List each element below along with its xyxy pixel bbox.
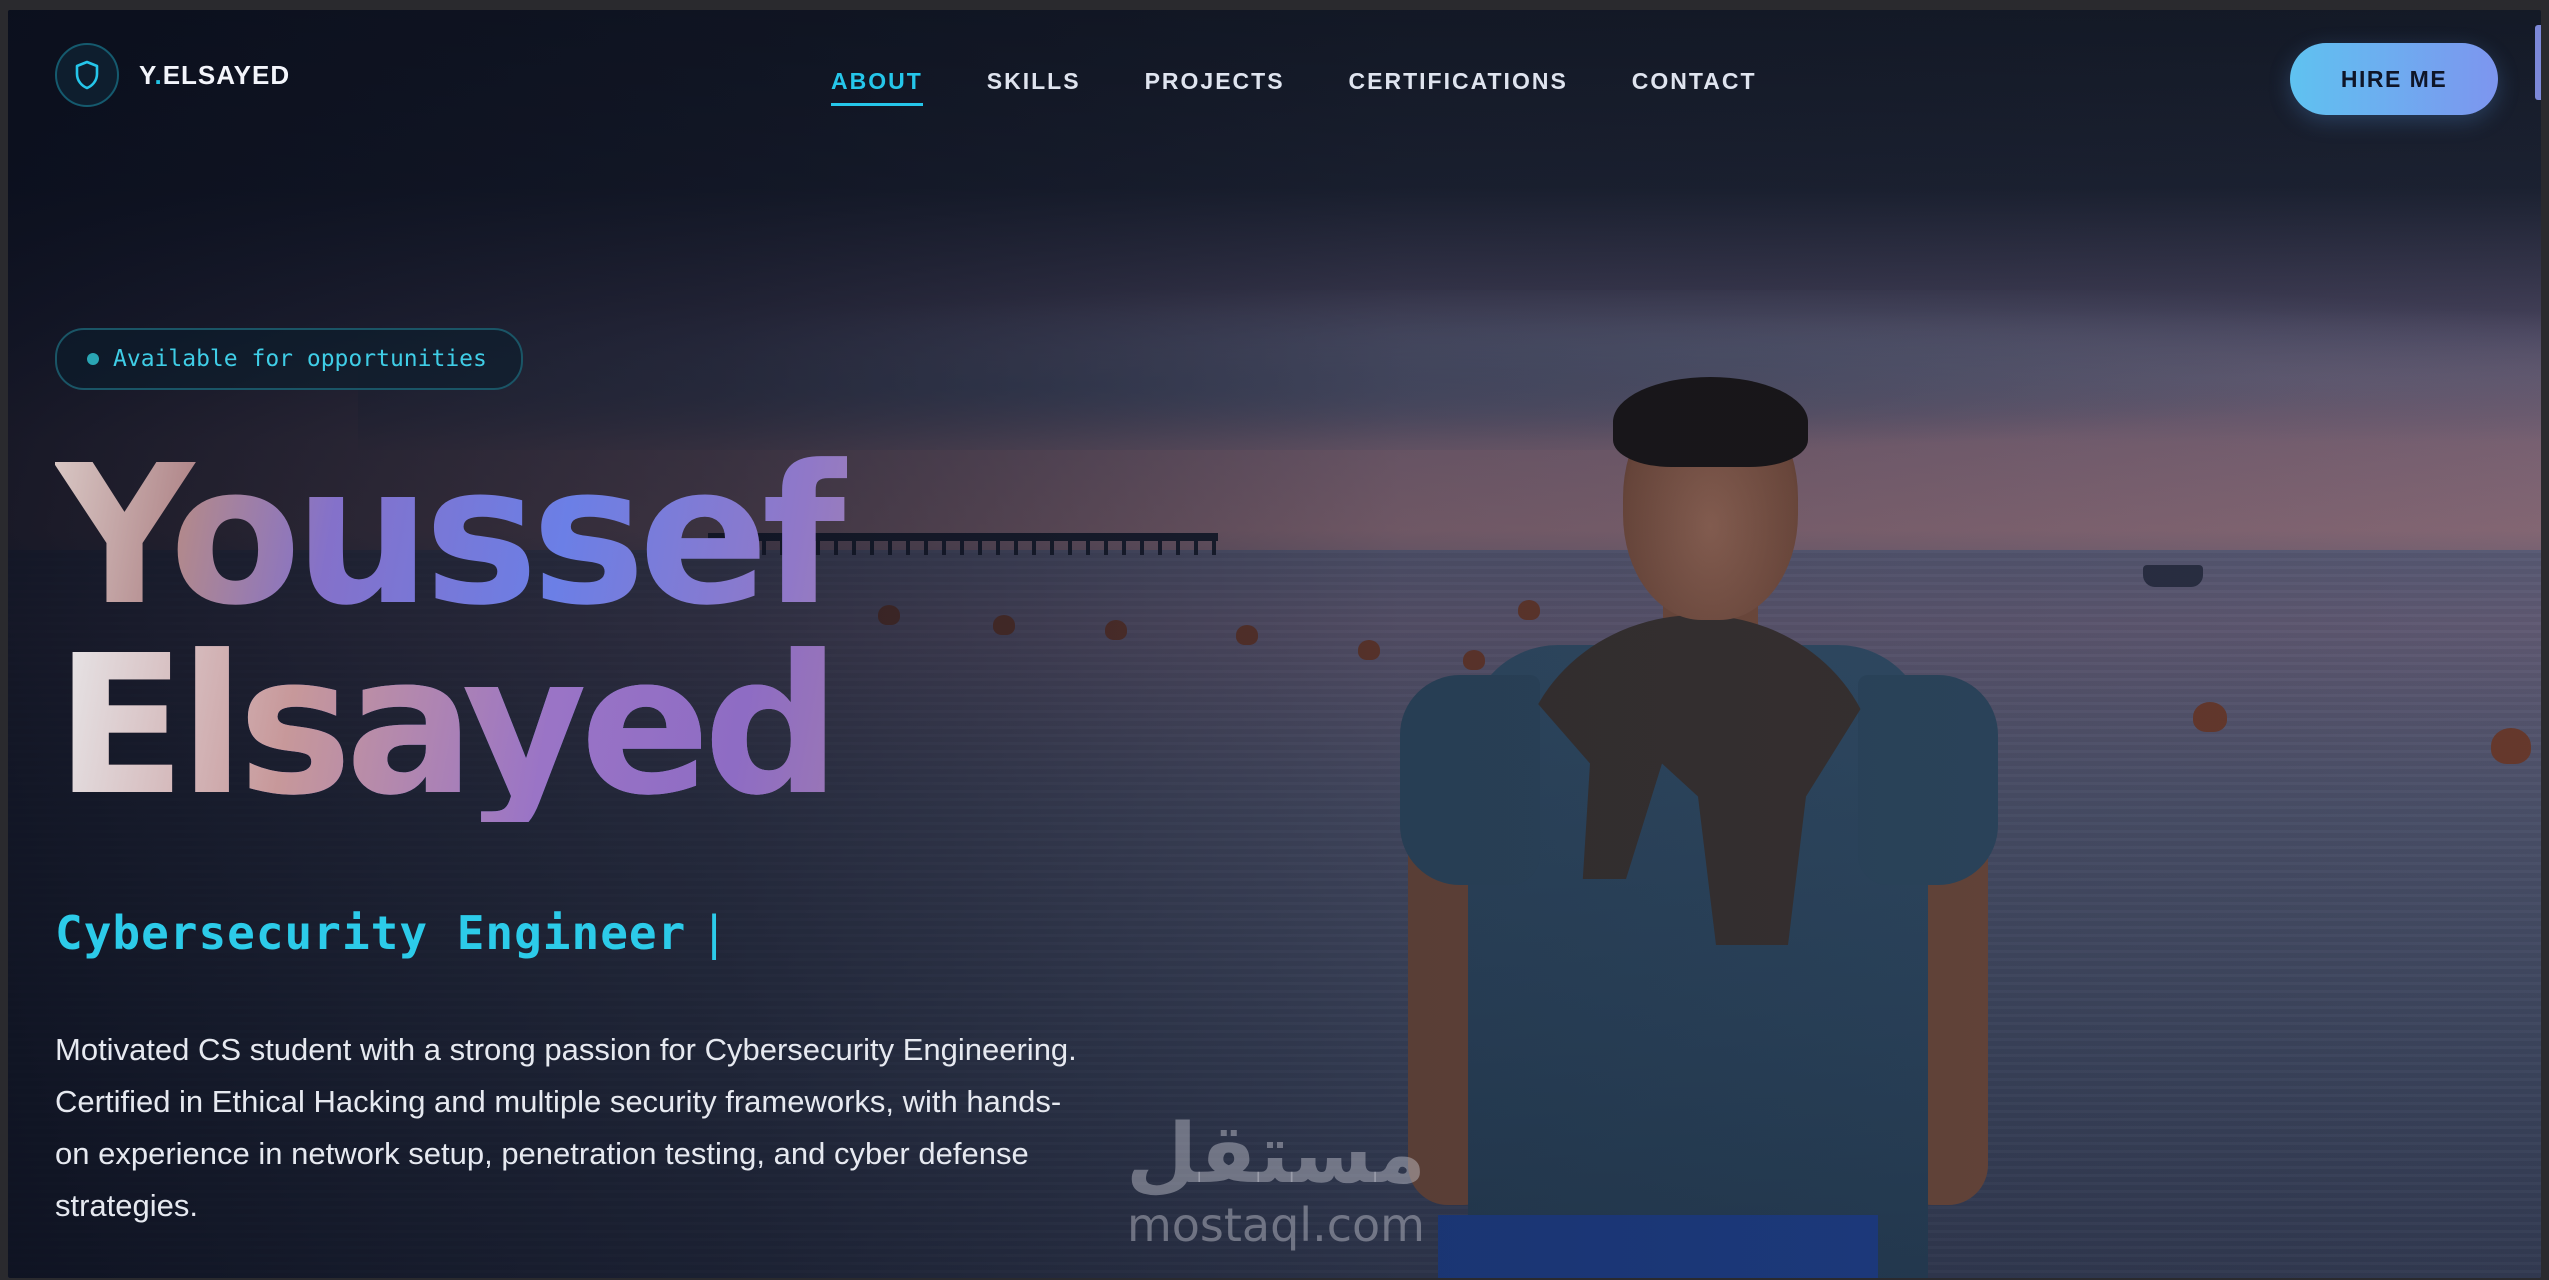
portrait-photo bbox=[1400, 377, 1998, 1278]
hire-me-button[interactable]: HIRE ME bbox=[2290, 43, 2498, 115]
typing-cursor: | bbox=[700, 906, 729, 960]
shield-icon bbox=[55, 43, 119, 107]
first-name: Youssef bbox=[55, 425, 839, 648]
availability-text: Available for opportunities bbox=[113, 346, 487, 372]
nav-link-certifications[interactable]: CERTIFICATIONS bbox=[1349, 68, 1568, 106]
scrollbar-thumb[interactable] bbox=[2535, 25, 2541, 100]
nav-link-projects[interactable]: PROJECTS bbox=[1145, 68, 1285, 106]
watermark: مستقل mostaql.com bbox=[1126, 1107, 1426, 1252]
hero-section: Y.ELSAYED ABOUT SKILLS PROJECTS CERTIFIC… bbox=[8, 10, 2541, 1278]
role-title: Cybersecurity Engineer | bbox=[55, 906, 729, 960]
boat bbox=[2143, 565, 2203, 587]
brand-name: Y.ELSAYED bbox=[139, 59, 291, 90]
buoy bbox=[2491, 728, 2531, 764]
hero-name: Youssef Elsayed bbox=[55, 425, 1155, 823]
brand-logo[interactable]: Y.ELSAYED bbox=[55, 43, 290, 107]
watermark-arabic: مستقل bbox=[1126, 1107, 1426, 1202]
nav-link-skills[interactable]: SKILLS bbox=[987, 68, 1081, 106]
watermark-latin: mostaql.com bbox=[1126, 1198, 1425, 1252]
last-name: Elsayed bbox=[55, 631, 1155, 823]
nav-link-contact[interactable]: CONTACT bbox=[1632, 68, 1757, 106]
hero-content: Available for opportunities Youssef Elsa… bbox=[55, 328, 1155, 1232]
status-dot-icon bbox=[87, 353, 99, 365]
bio-paragraph: Motivated CS student with a strong passi… bbox=[55, 1032, 1077, 1223]
buoy bbox=[2193, 702, 2227, 732]
nav-link-about[interactable]: ABOUT bbox=[831, 68, 923, 106]
main-menu: ABOUT SKILLS PROJECTS CERTIFICATIONS CON… bbox=[831, 68, 1821, 106]
availability-badge: Available for opportunities bbox=[55, 328, 523, 390]
buoy bbox=[1358, 640, 1380, 660]
top-navbar: Y.ELSAYED ABOUT SKILLS PROJECTS CERTIFIC… bbox=[8, 10, 2541, 150]
buoy bbox=[1236, 625, 1258, 645]
